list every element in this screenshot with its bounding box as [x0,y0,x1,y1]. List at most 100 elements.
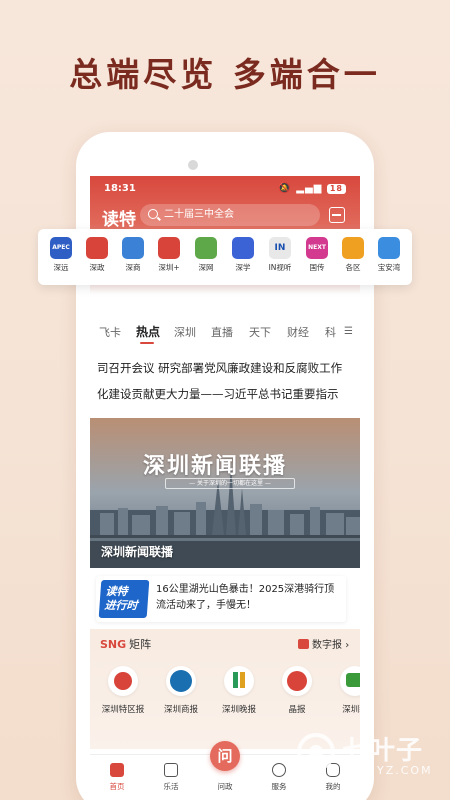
banner-caption: 深圳新闻联播 [101,545,174,559]
newspaper-icon [298,639,309,649]
nav-label: 问政 [217,782,233,791]
promo-headline: 总端尽览 多端合一 [69,55,381,94]
tab-shenzhen[interactable]: 深圳 [174,324,196,340]
sz-commercial-daily-icon [166,666,196,696]
paper-label: 深圳晚报 [221,705,256,715]
quick-apps-bar: APEC 深圳 深远 深政 深商 深圳+ 深网 深学 IN IN视听 NEXT … [38,229,412,285]
carousel-dots [266,558,331,568]
sz-special-zone-daily-icon [108,666,138,696]
signal-icon: ▂▄▆ [296,183,323,194]
search-placeholder: 二十届三中全会 [164,209,234,220]
app-shortcut[interactable]: NEXT 国传 [299,237,335,273]
tab-world[interactable]: 天下 [249,324,271,340]
nav-lehuo[interactable]: 乐活 [151,763,191,792]
sng-logo: SNG [100,638,127,651]
nav-home[interactable]: 首页 [97,763,137,792]
digital-paper-link[interactable]: 数字报 › [298,636,349,651]
app-label: 深远 [53,263,69,272]
app-label: 深学 [235,263,251,272]
app-shortcut[interactable]: 各区 [335,237,371,273]
app-shortcut[interactable]: 深商 [115,237,151,273]
banner-title: 深圳新闻联播 [143,454,288,479]
in-video-icon: IN [269,237,291,259]
news-headline[interactable]: 化建设贡献更大力量——习近平总书记重要指示 [97,386,339,402]
tab-feika[interactable]: 飞卡 [99,324,121,340]
search-icon [148,209,158,219]
watermark-domain: 7YZ.COM [368,764,433,777]
sz-evening-news-icon [224,666,254,696]
status-icons: 🔕 ▂▄▆ 18 [278,183,346,194]
tab-active-indicator [140,342,154,344]
paper-item[interactable]: 深圳特区报 [96,666,150,715]
app-shortcut[interactable]: 深政 [79,237,115,273]
promo-text: 16公里湖光山色暴击！2025深港骑行顶流活动来了，手慢无！ [156,584,335,611]
next-icon: NEXT [306,237,328,259]
news-banner[interactable]: 深圳新闻联播 — 关于深圳的一切都在这里 — 深圳新闻联播 [90,418,360,568]
app-shortcut[interactable]: 深圳+ [151,237,187,273]
app-shortcut[interactable]: IN IN视听 [262,237,298,273]
badge-line: 读特 [105,585,128,598]
tab-live[interactable]: 直播 [211,324,233,340]
jing-daily-icon [282,666,312,696]
matrix-title: SNG 矩阵 [100,636,151,652]
app-label: 深政 [89,263,105,272]
nav-wenzheng[interactable]: 问政 [205,777,245,792]
app-label: 深网 [198,263,214,272]
app-shortcut[interactable]: 深学 [225,237,261,273]
app-label: IN视听 [268,263,292,272]
app-shortcut[interactable]: 深网 [188,237,224,273]
paper-item[interactable]: 深圳商报 [154,666,208,715]
nav-services[interactable]: 服务 [259,763,299,792]
mute-icon: 🔕 [278,183,292,194]
channel-tabs: 飞卡 热点 深圳 直播 天下 财经 科 ☰ [90,321,360,345]
battery-icon: 18 [326,184,346,194]
tab-tech[interactable]: 科 [325,324,336,340]
tab-menu-icon[interactable]: ☰ [344,326,353,337]
shenzhen-gov-icon [86,237,108,259]
app-label: 各区 [345,263,361,272]
nav-label: 服务 [271,782,287,791]
phone-speaker [188,160,198,170]
app-label: 宝安湾 [377,263,401,272]
app-label: 深圳+ [158,263,180,272]
grid-services-icon [272,763,286,777]
shenzhen-plus-icon [158,237,180,259]
apec-shenzhen-icon: APEC 深圳 [50,237,72,259]
home-icon [110,763,124,777]
paper-item[interactable]: 晶报 [270,666,324,715]
graduation-cap-icon [232,237,254,259]
location-pin-icon [342,237,364,259]
paper-label: 深圳特区报 [101,705,145,715]
status-bar: 18:31 🔕 ▂▄▆ 18 [104,183,346,195]
sz-news-icon [340,666,360,696]
tab-finance[interactable]: 财经 [287,324,309,340]
nav-label: 首页 [109,782,125,791]
app-label: 国传 [309,263,325,272]
paper-label: 深圳商报 [163,705,198,715]
nav-label: 乐活 [163,782,179,791]
site-watermark: 七叶子 7YZ.COM [296,712,446,792]
badge-line: 进行时 [104,599,138,612]
ask-icon[interactable]: 问 [210,741,240,771]
basket-icon [164,763,178,777]
app-shortcut[interactable]: APEC 深圳 深远 [43,237,79,273]
chevron-right-icon: › [345,640,350,651]
paper-item[interactable]: 深圳新 [328,666,360,715]
status-time: 18:31 [104,183,136,194]
scan-icon[interactable] [329,207,345,223]
news-headline[interactable]: 司召开会议 研究部署党风廉政建设和反腐败工作 [97,360,342,376]
banner-subtitle: — 关于深圳的一切都在这里 — [165,478,295,489]
shenzhen-business-icon [122,237,144,259]
promo-card[interactable]: 读特 进行时 16公里湖光山色暴击！2025深港骑行顶流活动来了，手慢无！ [96,576,346,622]
watermark-brand: 七叶子 [342,736,424,766]
digital-paper-label: 数字报 [312,640,342,651]
app-logo[interactable]: 读特 [102,205,136,230]
leaf-logo-icon [297,733,335,771]
app-shortcut[interactable]: 宝安湾 [371,237,407,273]
baoan-bay-icon [378,237,400,259]
shenzhen-net-icon [195,237,217,259]
tab-hot[interactable]: 热点 [136,323,160,340]
app-label: 深商 [125,263,141,272]
search-input[interactable]: 二十届三中全会 [140,204,320,226]
paper-item[interactable]: 深圳晚报 [212,666,266,715]
